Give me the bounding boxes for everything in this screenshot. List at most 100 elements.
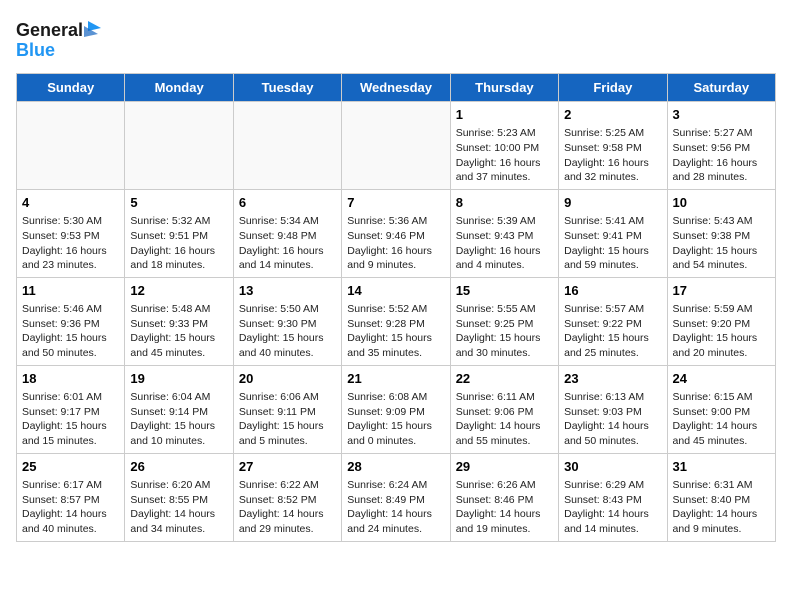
cell-info: and 18 minutes. — [130, 258, 227, 273]
cell-info: Sunrise: 6:08 AM — [347, 390, 444, 405]
cell-info: Daylight: 15 hours — [673, 331, 770, 346]
cell-info: and 34 minutes. — [130, 522, 227, 537]
cell-info: Sunset: 9:58 PM — [564, 141, 661, 156]
day-number: 6 — [239, 194, 336, 212]
cell-info: and 50 minutes. — [22, 346, 119, 361]
cell-info: Daylight: 16 hours — [564, 156, 661, 171]
column-header-friday: Friday — [559, 74, 667, 102]
calendar-cell: 22Sunrise: 6:11 AMSunset: 9:06 PMDayligh… — [450, 365, 558, 453]
cell-info: Sunset: 9:09 PM — [347, 405, 444, 420]
calendar-cell — [125, 102, 233, 190]
day-number: 27 — [239, 458, 336, 476]
cell-info: and 45 minutes. — [130, 346, 227, 361]
header-row: SundayMondayTuesdayWednesdayThursdayFrid… — [17, 74, 776, 102]
calendar-table: SundayMondayTuesdayWednesdayThursdayFrid… — [16, 73, 776, 542]
day-number: 11 — [22, 282, 119, 300]
cell-info: Sunrise: 6:01 AM — [22, 390, 119, 405]
calendar-cell: 18Sunrise: 6:01 AMSunset: 9:17 PMDayligh… — [17, 365, 125, 453]
cell-info: Daylight: 15 hours — [347, 331, 444, 346]
cell-info: Sunset: 8:57 PM — [22, 493, 119, 508]
day-number: 10 — [673, 194, 770, 212]
calendar-cell: 11Sunrise: 5:46 AMSunset: 9:36 PMDayligh… — [17, 277, 125, 365]
cell-info: Daylight: 16 hours — [239, 244, 336, 259]
cell-info: Sunrise: 5:41 AM — [564, 214, 661, 229]
cell-info: Daylight: 15 hours — [130, 331, 227, 346]
cell-info: Daylight: 15 hours — [239, 419, 336, 434]
cell-info: Sunset: 9:28 PM — [347, 317, 444, 332]
day-number: 18 — [22, 370, 119, 388]
cell-info: Sunrise: 5:27 AM — [673, 126, 770, 141]
cell-info: and 19 minutes. — [456, 522, 553, 537]
cell-info: Daylight: 14 hours — [239, 507, 336, 522]
day-number: 21 — [347, 370, 444, 388]
week-row-3: 11Sunrise: 5:46 AMSunset: 9:36 PMDayligh… — [17, 277, 776, 365]
day-number: 22 — [456, 370, 553, 388]
cell-info: Sunrise: 6:29 AM — [564, 478, 661, 493]
cell-info: and 25 minutes. — [564, 346, 661, 361]
cell-info: Sunset: 9:41 PM — [564, 229, 661, 244]
cell-info: Sunset: 8:52 PM — [239, 493, 336, 508]
cell-info: Daylight: 14 hours — [347, 507, 444, 522]
column-header-tuesday: Tuesday — [233, 74, 341, 102]
cell-info: Sunset: 9:20 PM — [673, 317, 770, 332]
cell-info: and 5 minutes. — [239, 434, 336, 449]
cell-info: Sunset: 10:00 PM — [456, 141, 553, 156]
calendar-cell — [233, 102, 341, 190]
week-row-2: 4Sunrise: 5:30 AMSunset: 9:53 PMDaylight… — [17, 189, 776, 277]
calendar-cell: 29Sunrise: 6:26 AMSunset: 8:46 PMDayligh… — [450, 453, 558, 541]
cell-info: and 35 minutes. — [347, 346, 444, 361]
cell-info: Sunset: 9:06 PM — [456, 405, 553, 420]
cell-info: Sunrise: 5:36 AM — [347, 214, 444, 229]
cell-info: and 28 minutes. — [673, 170, 770, 185]
logo: GeneralBlue — [16, 16, 106, 61]
day-number: 1 — [456, 106, 553, 124]
calendar-cell: 23Sunrise: 6:13 AMSunset: 9:03 PMDayligh… — [559, 365, 667, 453]
cell-info: and 0 minutes. — [347, 434, 444, 449]
week-row-4: 18Sunrise: 6:01 AMSunset: 9:17 PMDayligh… — [17, 365, 776, 453]
cell-info: Sunrise: 5:57 AM — [564, 302, 661, 317]
cell-info: and 24 minutes. — [347, 522, 444, 537]
cell-info: and 55 minutes. — [456, 434, 553, 449]
calendar-cell: 16Sunrise: 5:57 AMSunset: 9:22 PMDayligh… — [559, 277, 667, 365]
cell-info: Sunset: 9:00 PM — [673, 405, 770, 420]
day-number: 30 — [564, 458, 661, 476]
cell-info: and 14 minutes. — [564, 522, 661, 537]
cell-info: Sunrise: 5:43 AM — [673, 214, 770, 229]
cell-info: Sunrise: 5:55 AM — [456, 302, 553, 317]
cell-info: and 50 minutes. — [564, 434, 661, 449]
cell-info: Daylight: 14 hours — [456, 507, 553, 522]
cell-info: Sunrise: 5:59 AM — [673, 302, 770, 317]
calendar-cell: 9Sunrise: 5:41 AMSunset: 9:41 PMDaylight… — [559, 189, 667, 277]
calendar-cell: 20Sunrise: 6:06 AMSunset: 9:11 PMDayligh… — [233, 365, 341, 453]
cell-info: and 40 minutes. — [22, 522, 119, 537]
cell-info: Sunrise: 5:52 AM — [347, 302, 444, 317]
cell-info: Sunset: 9:46 PM — [347, 229, 444, 244]
day-number: 31 — [673, 458, 770, 476]
column-header-thursday: Thursday — [450, 74, 558, 102]
cell-info: Sunset: 9:14 PM — [130, 405, 227, 420]
cell-info: Daylight: 15 hours — [130, 419, 227, 434]
day-number: 26 — [130, 458, 227, 476]
cell-info: Sunrise: 6:04 AM — [130, 390, 227, 405]
calendar-cell: 8Sunrise: 5:39 AMSunset: 9:43 PMDaylight… — [450, 189, 558, 277]
cell-info: Sunrise: 6:17 AM — [22, 478, 119, 493]
calendar-cell — [17, 102, 125, 190]
cell-info: Sunset: 9:25 PM — [456, 317, 553, 332]
calendar-cell: 26Sunrise: 6:20 AMSunset: 8:55 PMDayligh… — [125, 453, 233, 541]
column-header-wednesday: Wednesday — [342, 74, 450, 102]
cell-info: Sunset: 8:46 PM — [456, 493, 553, 508]
day-number: 29 — [456, 458, 553, 476]
column-header-saturday: Saturday — [667, 74, 775, 102]
cell-info: Sunset: 8:49 PM — [347, 493, 444, 508]
cell-info: and 40 minutes. — [239, 346, 336, 361]
cell-info: Daylight: 15 hours — [564, 331, 661, 346]
cell-info: Sunrise: 5:48 AM — [130, 302, 227, 317]
cell-info: Sunrise: 6:11 AM — [456, 390, 553, 405]
cell-info: Daylight: 14 hours — [673, 507, 770, 522]
calendar-cell: 21Sunrise: 6:08 AMSunset: 9:09 PMDayligh… — [342, 365, 450, 453]
calendar-cell: 4Sunrise: 5:30 AMSunset: 9:53 PMDaylight… — [17, 189, 125, 277]
day-number: 25 — [22, 458, 119, 476]
cell-info: Daylight: 16 hours — [347, 244, 444, 259]
cell-info: Sunset: 9:38 PM — [673, 229, 770, 244]
cell-info: and 59 minutes. — [564, 258, 661, 273]
